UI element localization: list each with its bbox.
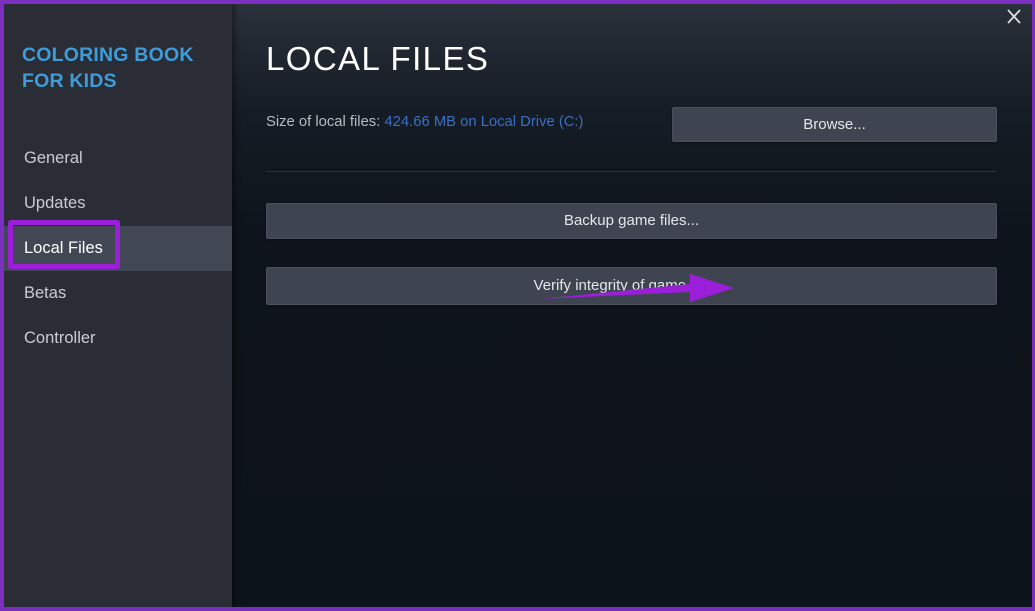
main-content: LOCAL FILES Size of local files: 424.66 … [232,4,1032,607]
sidebar-item-general[interactable]: General [4,136,232,181]
sidebar-item-label: Local Files [24,239,103,257]
verify-integrity-button[interactable]: Verify integrity of game files... [266,267,997,305]
sidebar-nav: General Updates Local Files Betas Contro… [4,136,232,361]
local-files-size-row: Size of local files: 424.66 MB on Local … [266,114,583,130]
sidebar-item-label: Betas [24,284,67,302]
sidebar: COLORING BOOK FOR KIDS General Updates L… [4,4,232,607]
steam-game-properties-window: COLORING BOOK FOR KIDS General Updates L… [0,0,1035,611]
sidebar-item-label: Controller [24,329,96,347]
game-title: COLORING BOOK FOR KIDS [22,44,194,92]
sidebar-item-label: General [24,149,83,167]
close-button[interactable] [1000,5,1028,31]
sidebar-item-betas[interactable]: Betas [4,271,232,316]
browse-button[interactable]: Browse... [672,107,997,142]
sidebar-item-updates[interactable]: Updates [4,181,232,226]
close-icon [1007,9,1021,24]
page-title: LOCAL FILES [266,40,490,77]
sidebar-item-local-files[interactable]: Local Files [4,226,232,271]
section-divider [266,171,996,172]
sidebar-item-label: Updates [24,194,86,212]
size-label: Size of local files: [266,114,381,130]
sidebar-item-controller[interactable]: Controller [4,316,232,361]
size-value: 424.66 MB on Local Drive (C:) [384,114,584,130]
backup-game-files-button[interactable]: Backup game files... [266,203,997,239]
